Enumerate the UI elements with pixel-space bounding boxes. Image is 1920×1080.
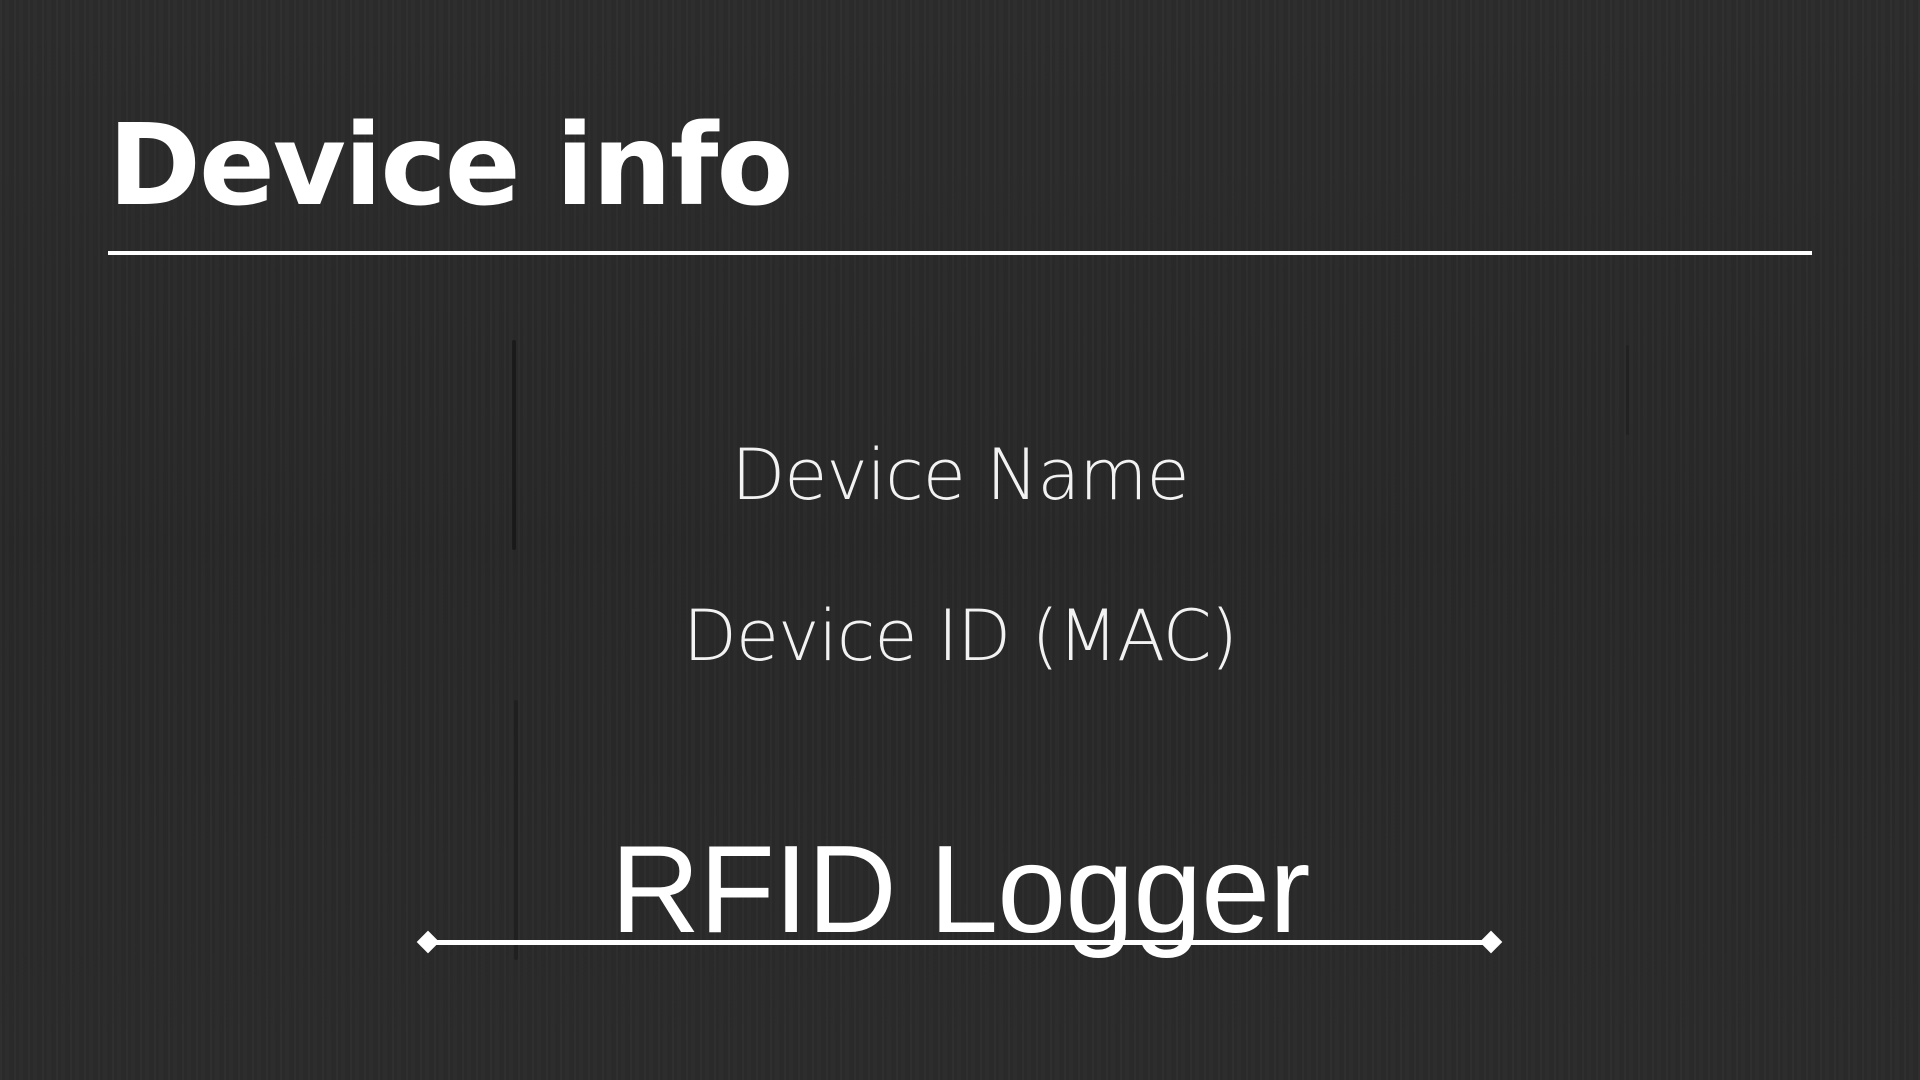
title-divider bbox=[108, 251, 1812, 255]
background-texture-crack bbox=[1626, 345, 1629, 435]
page-title: Device info bbox=[108, 101, 793, 231]
device-id-label: Device ID (MAC) bbox=[683, 595, 1238, 677]
device-name-label: Device Name bbox=[731, 434, 1189, 516]
app-logo-text: RFID Logger bbox=[610, 821, 1311, 959]
